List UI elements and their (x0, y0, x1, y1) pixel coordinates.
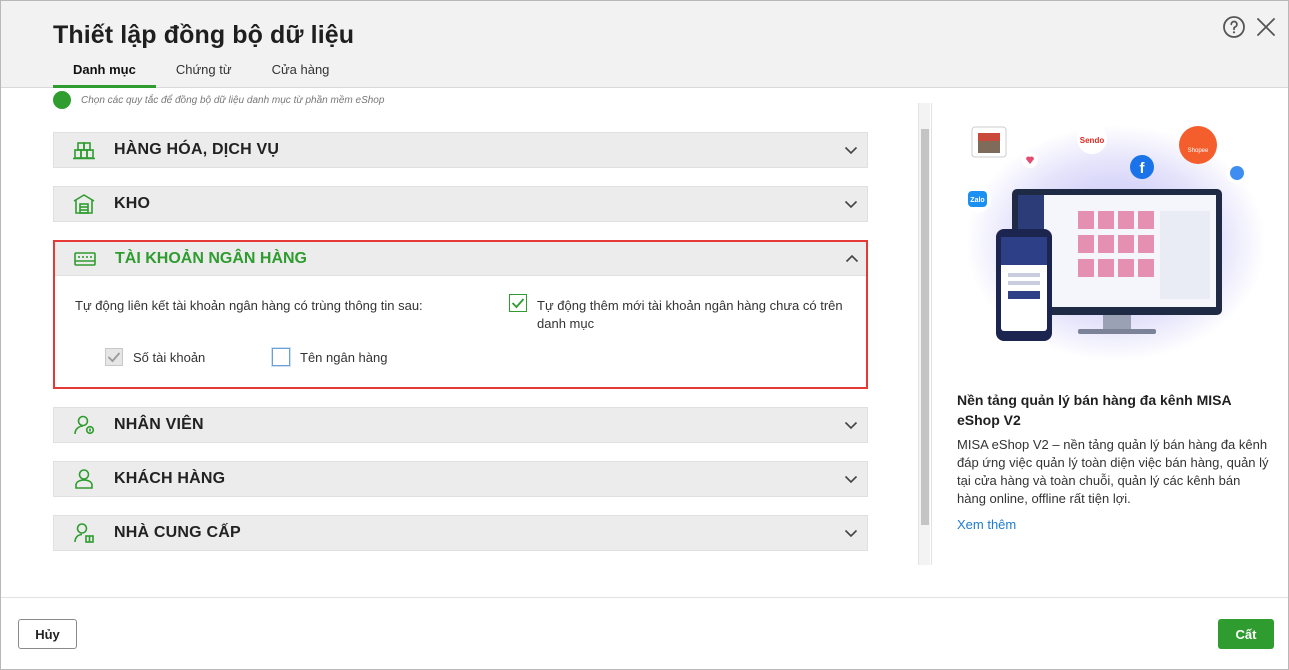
section-khach-hang[interactable]: KHÁCH HÀNG (53, 461, 868, 497)
warehouse-icon (73, 194, 95, 214)
auto-add-option: Tự động thêm mới tài khoản ngân hàng chư… (509, 294, 854, 333)
dialog-footer: Hủy Cất (1, 597, 1288, 669)
section-header[interactable]: TÀI KHOẢN NGÂN HÀNG (55, 242, 866, 276)
chevron-down-icon (844, 475, 858, 484)
checkmark-icon (511, 298, 525, 309)
chevron-up-icon (845, 254, 859, 263)
cancel-button[interactable]: Hủy (18, 619, 77, 649)
zalo-logo-text: Zalo (970, 197, 984, 204)
checkmark-icon (107, 352, 121, 363)
tab-cua-hang[interactable]: Cửa hàng (252, 59, 350, 88)
promo-panel: Sendo f Shopee Zalo Nền tảng quản lý bán… (931, 103, 1288, 565)
auto-link-label: Tự động liên kết tài khoản ngân hàng có … (75, 298, 423, 313)
section-label: KHO (114, 195, 151, 212)
account-number-checkbox[interactable] (105, 348, 123, 366)
goods-icon (73, 142, 95, 160)
scrollbar-thumb[interactable] (921, 129, 929, 525)
section-label: NHÂN VIÊN (114, 416, 204, 433)
section-nhan-vien[interactable]: NHÂN VIÊN (53, 407, 868, 443)
auto-add-label: Tự động thêm mới tài khoản ngân hàng chư… (537, 298, 843, 331)
vertical-scrollbar[interactable] (918, 103, 930, 565)
hint-row: Chọn các quy tắc để đồng bộ dữ liệu danh… (53, 91, 385, 115)
learn-more-link[interactable]: Xem thêm (957, 517, 1016, 532)
account-number-label: Số tài khoản (133, 349, 206, 365)
chevron-down-icon (844, 421, 858, 430)
shopee-logo-text: Shopee (1188, 148, 1209, 154)
chevron-down-icon (844, 200, 858, 209)
hint-text: Chọn các quy tắc để đồng bộ dữ liệu danh… (81, 94, 385, 106)
help-icon[interactable] (1222, 15, 1246, 39)
section-kho[interactable]: KHO (53, 186, 868, 222)
dialog-title: Thiết lập đồng bộ dữ liệu (53, 21, 355, 49)
match-option-bank-name: Tên ngân hàng (272, 348, 387, 366)
supplier-icon (74, 523, 94, 543)
dialog-content: Chọn các quy tắc để đồng bộ dữ liệu danh… (1, 89, 1288, 597)
section-label: NHÀ CUNG CẤP (114, 524, 241, 541)
customer-icon (75, 469, 93, 489)
auto-add-checkbox[interactable] (509, 294, 527, 312)
employee-icon (74, 415, 95, 435)
bank-card-icon (74, 251, 96, 266)
multichannel-illustration: Sendo f Shopee Zalo (963, 124, 1266, 361)
tab-chung-tu[interactable]: Chứng từ (156, 59, 252, 88)
bank-name-label: Tên ngân hàng (300, 349, 388, 365)
dialog-header: Thiết lập đồng bộ dữ liệu Danh mục Chứng… (1, 1, 1288, 88)
section-label: HÀNG HÓA, DỊCH VỤ (114, 141, 280, 158)
save-button[interactable]: Cất (1218, 619, 1274, 649)
section-nha-cung-cap[interactable]: NHÀ CUNG CẤP (53, 515, 868, 551)
chevron-down-icon (844, 529, 858, 538)
tab-danh-muc[interactable]: Danh mục (53, 59, 156, 88)
sendo-logo-text: Sendo (1080, 136, 1105, 145)
section-tai-khoan-ngan-hang: TÀI KHOẢN NGÂN HÀNG Tự động liên kết tài… (53, 240, 868, 389)
match-option-account-number: Số tài khoản (105, 348, 205, 366)
promo-description: MISA eShop V2 – nền tảng quản lý bán hàn… (957, 437, 1269, 506)
section-hang-hoa-dich-vu[interactable]: HÀNG HÓA, DỊCH VỤ (53, 132, 868, 168)
tab-bar: Danh mục Chứng từ Cửa hàng (53, 59, 349, 88)
bank-name-checkbox[interactable] (272, 348, 290, 366)
chevron-down-icon (844, 146, 858, 155)
section-label: KHÁCH HÀNG (114, 470, 226, 487)
info-icon (53, 91, 71, 109)
close-icon[interactable] (1254, 15, 1278, 39)
promo-title: Nền tảng quản lý bán hàng đa kênh MISA e… (957, 392, 1232, 428)
section-label: TÀI KHOẢN NGÂN HÀNG (115, 249, 307, 267)
sync-settings-dialog: Thiết lập đồng bộ dữ liệu Danh mục Chứng… (0, 0, 1289, 670)
